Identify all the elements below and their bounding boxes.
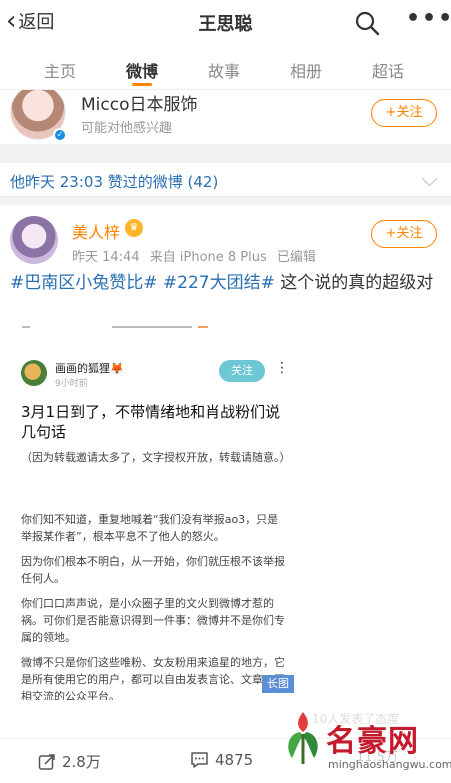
post-body: 这个说的真的超级对: [274, 273, 434, 293]
post-image[interactable]: 画画的狐狸🦊 9小时前 关注 ⋮ 3月1日到了，不带情绪地和肖战粉们说几句话 （…: [10, 322, 300, 700]
liked-posts-header[interactable]: 他昨天 23:03 赞过的微博 (42): [0, 163, 451, 197]
hashtag-link[interactable]: #巴南区小兔赞比#: [10, 273, 158, 293]
long-image-badge: 长图: [262, 675, 294, 693]
more-icon[interactable]: •••: [406, 6, 451, 31]
repost-count: 2.8万: [62, 753, 101, 771]
hashtag-link[interactable]: #227大团结#: [163, 273, 275, 293]
tab-supertopic[interactable]: 超话: [358, 58, 418, 82]
weibo-post: 美人梓 ♛ 昨天 14:44 来自 iPhone 8 Plus 已编辑 +关注 …: [0, 205, 451, 783]
post-edited: 已编辑: [276, 250, 316, 265]
member-crown-icon: ♛: [125, 219, 143, 237]
tab-weibo[interactable]: 微博: [112, 58, 172, 82]
page-title: 王思聪: [198, 14, 253, 35]
profile-tabs: 主页 微博 故事 相册 超话: [0, 44, 451, 90]
watermark-url: minghaoshangwu.com: [328, 758, 451, 771]
chevron-down-icon[interactable]: [421, 170, 438, 187]
post-meta: 昨天 14:44 来自 iPhone 8 Plus 已编辑: [72, 246, 322, 265]
follow-button[interactable]: +关注: [371, 99, 437, 127]
repost-button[interactable]: 2.8万: [38, 751, 101, 772]
embedded-post-time: 9小时前: [55, 379, 88, 389]
tab-album[interactable]: 相册: [276, 58, 336, 82]
avatar[interactable]: [10, 216, 58, 264]
comment-count: 4875: [215, 751, 254, 769]
watermark: 名豪网 minghaoshangwu.com: [278, 702, 451, 783]
avatar: [21, 360, 47, 386]
embedded-paragraph: 微博不只是你们这些唯粉、女友粉用来追星的地方，它是所有使用它的用户，都可以自由发…: [21, 656, 285, 700]
search-icon[interactable]: [354, 10, 380, 36]
suggested-user-subtitle: 可能对他感兴趣: [81, 121, 173, 136]
watermark-logo-icon: [288, 712, 318, 764]
embedded-paragraph: 你们知不知道，重复地喊着“我们没有举报ao3，只是举报某作者”，根本平息不了他人…: [21, 513, 279, 543]
embedded-paragraph: （因为转载邀请太多了，文字授权开放，转载请随意。）: [21, 451, 291, 464]
more-vertical-icon: ⋮: [275, 360, 289, 376]
repost-icon: [38, 753, 55, 770]
embedded-title: 3月1日到了，不带情绪地和肖战粉们说几句话: [21, 403, 281, 441]
tab-home[interactable]: 主页: [30, 58, 90, 82]
cropped-text-strip: [22, 322, 282, 330]
embedded-author-name: 画画的狐狸🦊: [55, 362, 124, 375]
top-nav: ‹ 返回 王思聪 •••: [0, 0, 451, 44]
embedded-paragraph: 因为你们根本不明白，从一开始，你们就压根不该举报任何人。: [21, 555, 285, 585]
post-text: #巴南区小兔赞比# #227大团结# 这个说的真的超级对: [10, 271, 435, 296]
post-author-name[interactable]: 美人梓: [72, 219, 120, 243]
suggested-user-card: ✓ Micco日本服饰 可能对他感兴趣 +关注: [0, 90, 451, 144]
post-time: 昨天 14:44: [72, 250, 140, 265]
verified-icon: ✓: [53, 128, 67, 142]
tab-stories[interactable]: 故事: [194, 58, 254, 82]
embedded-paragraph: 你们口口声声说，是小众圈子里的文火到微博才惹的祸。可你们是否能意识得到一件事：微…: [21, 597, 285, 644]
watermark-title: 名豪网: [326, 724, 419, 759]
comment-button[interactable]: 4875: [190, 751, 253, 769]
embedded-follow-button: 关注: [219, 360, 265, 382]
liked-posts-label: 他昨天 23:03 赞过的微博 (42): [10, 173, 219, 191]
follow-button[interactable]: +关注: [371, 220, 437, 248]
active-tab-indicator: [132, 83, 152, 86]
comment-icon: [191, 752, 208, 768]
suggested-user-name[interactable]: Micco日本服饰: [81, 90, 198, 115]
post-source: 来自 iPhone 8 Plus: [149, 250, 267, 265]
